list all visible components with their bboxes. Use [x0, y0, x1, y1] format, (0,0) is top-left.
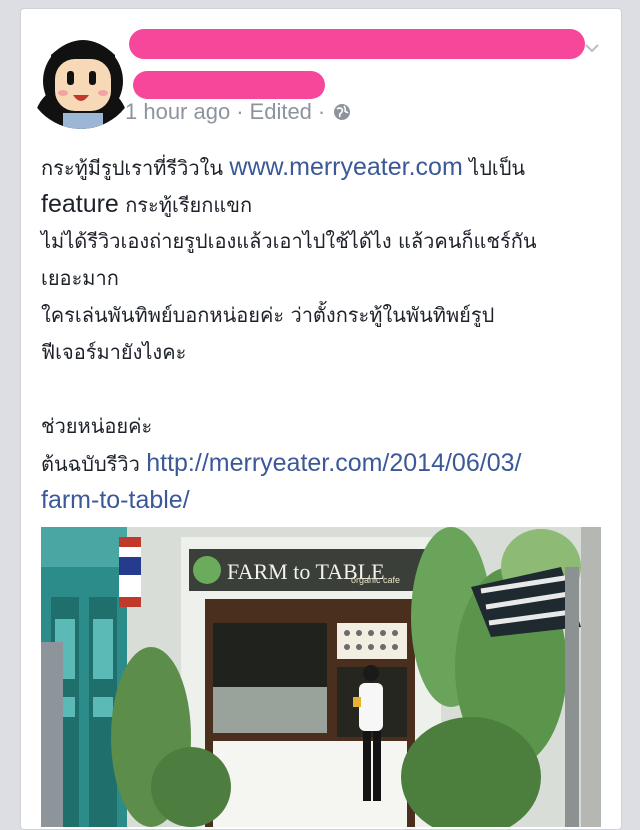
- post-text-segment: กระทู้เรียกแขก: [118, 193, 253, 217]
- post-text-line: ฟีเจอร์มายังไงคะ: [41, 334, 613, 371]
- sign-subtext: organic cafe: [351, 575, 400, 585]
- name-redaction: [133, 71, 325, 99]
- post-text-line: [41, 371, 613, 408]
- post-text-segment: เยอะมาก: [41, 266, 119, 290]
- post-text-line: กระทู้มีรูปเราที่รีวิวใน www.merryeater.…: [41, 149, 613, 186]
- post-text-line: เยอะมาก: [41, 260, 613, 297]
- meta-separator: ·: [236, 99, 244, 124]
- name-redaction: [129, 29, 585, 59]
- post-time[interactable]: 1 hour ago: [125, 99, 230, 125]
- post-meta: 1 hour ago · Edited ·: [125, 99, 351, 125]
- post-text-segment: กระทู้มีรูปเราที่รีวิวใน: [41, 156, 230, 180]
- meta-separator: ·: [317, 99, 326, 124]
- edited-label[interactable]: Edited: [250, 99, 312, 125]
- avatar[interactable]: [23, 15, 139, 131]
- post-text-segment: ต้นฉบับรีวิว: [41, 452, 147, 476]
- post-link[interactable]: farm-to-table/: [41, 486, 190, 514]
- post-text-line: ไม่ได้รีวิวเองถ่ายรูปเองแล้วเอาไปใช้ได้ไ…: [41, 223, 613, 260]
- post-link[interactable]: http://merryeater.com/2014/06/03/: [146, 449, 521, 477]
- post-text: กระทู้มีรูปเราที่รีวิวใน www.merryeater.…: [41, 149, 613, 519]
- post-photo[interactable]: FARM to TABLE organic cafe: [41, 527, 601, 827]
- post-text-line: ช่วยหน่อยค่ะ: [41, 408, 613, 445]
- chevron-down-icon[interactable]: [583, 39, 601, 57]
- post-text-segment: ไปเป็น: [462, 156, 526, 180]
- post-text-segment: ฟีเจอร์มายังไงคะ: [41, 340, 187, 364]
- post-text-line: farm-to-table/: [41, 482, 613, 519]
- post-text-segment: ช่วยหน่อยค่ะ: [41, 414, 153, 438]
- post-link[interactable]: www.merryeater.com: [229, 153, 462, 181]
- post-text-line: ต้นฉบับรีวิว http://merryeater.com/2014/…: [41, 445, 613, 482]
- globe-icon[interactable]: [333, 103, 351, 121]
- post-text-line: ใครเล่นพันทิพย์บอกหน่อยค่ะ ว่าตั้งกระทู้…: [41, 297, 613, 334]
- post-text-segment: ใครเล่นพันทิพย์บอกหน่อยค่ะ ว่าตั้งกระทู้…: [41, 303, 495, 327]
- post-text-segment: ไม่ได้รีวิวเองถ่ายรูปเองแล้วเอาไปใช้ได้ไ…: [41, 229, 537, 253]
- post-card: 1 hour ago · Edited · กระทู้มีรูปเราที่ร…: [20, 8, 622, 830]
- post-text-line: feature กระทู้เรียกแขก: [41, 186, 613, 223]
- post-text-segment: feature: [41, 190, 119, 218]
